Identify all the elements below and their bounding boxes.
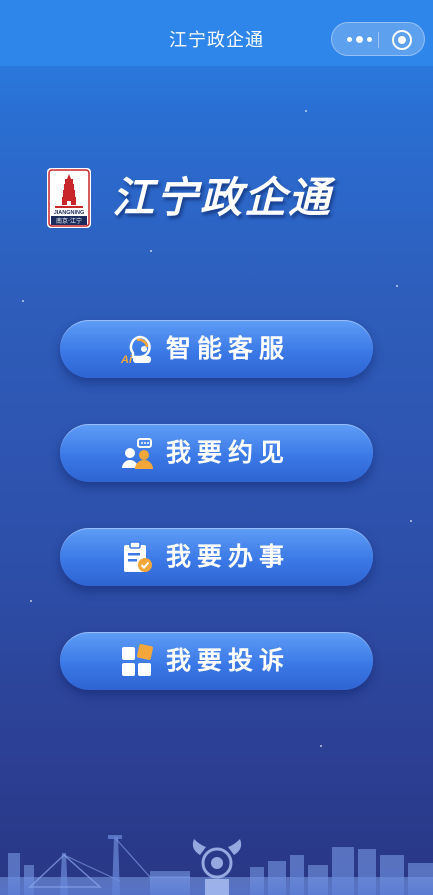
ai-service-button[interactable]: Ai 智能客服 xyxy=(60,320,373,378)
complaint-label: 我要投诉 xyxy=(166,646,291,675)
app-screen: 江宁政企通 JIANGNING 南京·江宁 江宁政企通 Ai 智能客服 我要约见… xyxy=(0,0,433,895)
star-decoration xyxy=(396,285,398,287)
mini-program-capsule xyxy=(331,22,425,56)
star-decoration xyxy=(305,110,307,112)
star-decoration xyxy=(22,300,24,302)
star-decoration xyxy=(150,250,152,252)
capsule-divider xyxy=(378,32,379,48)
app-name-title: 江宁政企通 xyxy=(112,173,333,222)
handle-affairs-label: 我要办事 xyxy=(166,542,291,571)
star-decoration xyxy=(30,600,32,602)
meeting-people-icon xyxy=(122,438,153,469)
grid-blocks-icon xyxy=(122,644,153,676)
star-decoration xyxy=(320,745,322,747)
clipboard-check-icon xyxy=(124,541,152,572)
city-skyline-decoration xyxy=(0,835,433,895)
ai-service-icon: Ai xyxy=(120,335,151,366)
ai-service-label: 智能客服 xyxy=(166,334,291,363)
logo-text-top: JIANGNING xyxy=(54,210,85,216)
mini-program-close-icon[interactable] xyxy=(392,30,412,50)
top-navbar: 江宁政企通 xyxy=(0,0,433,66)
appointment-label: 我要约见 xyxy=(166,438,291,467)
handle-affairs-button[interactable]: 我要办事 xyxy=(60,528,373,586)
logo-text-bottom: 南京·江宁 xyxy=(56,217,82,225)
star-decoration xyxy=(410,520,412,522)
complaint-button[interactable]: 我要投诉 xyxy=(60,632,373,690)
more-dots-icon[interactable] xyxy=(340,23,378,55)
svg-text:Ai: Ai xyxy=(120,354,133,366)
jiangning-tower-logo: JIANGNING 南京·江宁 xyxy=(47,168,91,228)
appointment-button[interactable]: 我要约见 xyxy=(60,424,373,482)
